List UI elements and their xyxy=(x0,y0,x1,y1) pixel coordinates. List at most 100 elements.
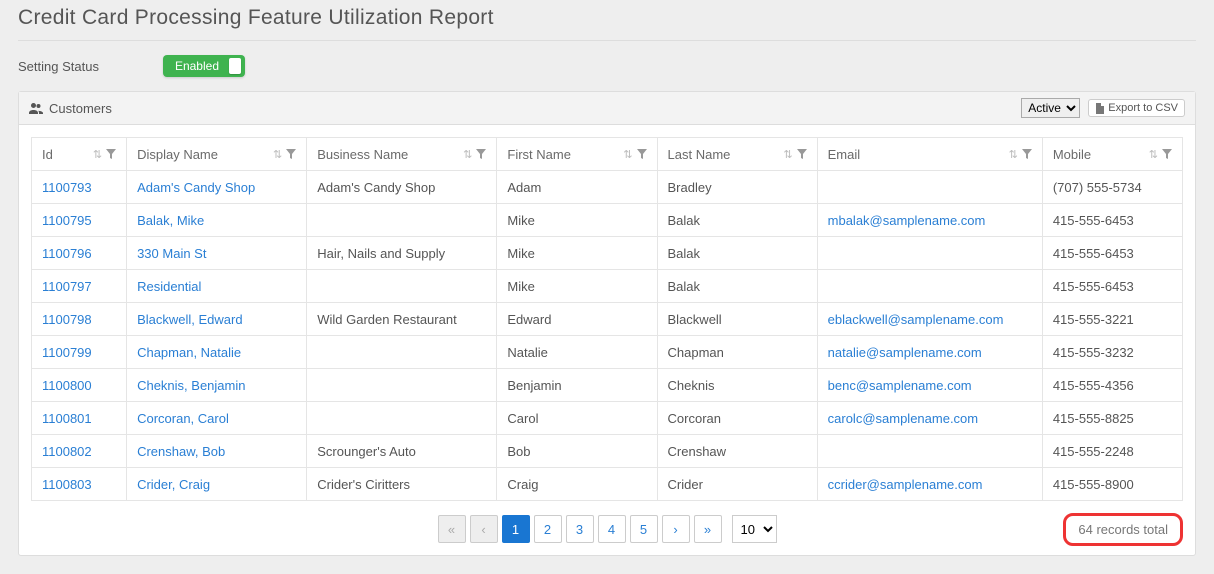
filter-icon[interactable] xyxy=(106,149,116,159)
records-total: 64 records total xyxy=(1063,513,1183,546)
customers-panel: Customers Active Export to CSV xyxy=(18,91,1196,556)
display_name-link[interactable]: Crider, Craig xyxy=(137,477,210,492)
table-cell xyxy=(307,204,497,237)
table-cell: 415-555-6453 xyxy=(1042,270,1182,303)
email-link[interactable]: mbalak@samplename.com xyxy=(828,213,986,228)
page-4-button[interactable]: 4 xyxy=(598,515,626,543)
cell-text: Mike xyxy=(507,246,534,261)
table-cell: Adam's Candy Shop xyxy=(307,171,497,204)
page-5-button[interactable]: 5 xyxy=(630,515,658,543)
sort-icon[interactable]: ⇅ xyxy=(93,148,102,161)
cell-text: Balak xyxy=(668,213,701,228)
table-cell: 1100796 xyxy=(32,237,127,270)
table-cell: benc@samplename.com xyxy=(817,369,1042,402)
page-size-select[interactable]: 10 xyxy=(732,515,777,543)
table-cell: Chapman, Natalie xyxy=(127,336,307,369)
table-cell: mbalak@samplename.com xyxy=(817,204,1042,237)
table-cell: Blackwell xyxy=(657,303,817,336)
table-cell: Scrounger's Auto xyxy=(307,435,497,468)
email-link[interactable]: eblackwell@samplename.com xyxy=(828,312,1004,327)
email-link[interactable]: benc@samplename.com xyxy=(828,378,972,393)
filter-icon[interactable] xyxy=(797,149,807,159)
col-business-name[interactable]: Business Name⇅ xyxy=(307,138,497,171)
id-link[interactable]: 1100803 xyxy=(42,477,92,492)
cell-text: Crenshaw xyxy=(668,444,727,459)
id-link[interactable]: 1100797 xyxy=(42,279,92,294)
email-link[interactable]: ccrider@samplename.com xyxy=(828,477,983,492)
table-cell: Balak xyxy=(657,237,817,270)
id-link[interactable]: 1100801 xyxy=(42,411,92,426)
id-link[interactable]: 1100793 xyxy=(42,180,92,195)
table-cell xyxy=(817,237,1042,270)
cell-text: Mike xyxy=(507,213,534,228)
page-title-area: Credit Card Processing Feature Utilizati… xyxy=(18,0,1196,41)
table-cell: 415-555-3221 xyxy=(1042,303,1182,336)
cell-text: 415-555-6453 xyxy=(1053,246,1134,261)
sort-icon[interactable]: ⇅ xyxy=(1009,148,1018,161)
page-3-button[interactable]: 3 xyxy=(566,515,594,543)
sort-icon[interactable]: ⇅ xyxy=(463,148,472,161)
page-last-button[interactable]: » xyxy=(694,515,722,543)
sort-icon[interactable]: ⇅ xyxy=(623,148,632,161)
cell-text: Balak xyxy=(668,246,701,261)
id-link[interactable]: 1100798 xyxy=(42,312,92,327)
cell-text: Craig xyxy=(507,477,538,492)
id-link[interactable]: 1100799 xyxy=(42,345,92,360)
active-filter-select[interactable]: Active xyxy=(1021,98,1080,118)
sort-icon[interactable]: ⇅ xyxy=(273,148,282,161)
table-cell xyxy=(817,171,1042,204)
page-next-button[interactable]: › xyxy=(662,515,690,543)
page-2-button[interactable]: 2 xyxy=(534,515,562,543)
table-row: 1100796330 Main StHair, Nails and Supply… xyxy=(32,237,1183,270)
display_name-link[interactable]: Crenshaw, Bob xyxy=(137,444,225,459)
table-cell: 1100793 xyxy=(32,171,127,204)
filter-icon[interactable] xyxy=(637,149,647,159)
table-cell: Adam's Candy Shop xyxy=(127,171,307,204)
display_name-link[interactable]: Residential xyxy=(137,279,201,294)
sort-icon[interactable]: ⇅ xyxy=(783,148,792,161)
col-id-label: Id xyxy=(42,147,89,162)
email-link[interactable]: carolc@samplename.com xyxy=(828,411,978,426)
id-link[interactable]: 1100795 xyxy=(42,213,92,228)
id-link[interactable]: 1100802 xyxy=(42,444,92,459)
enabled-toggle[interactable]: Enabled xyxy=(163,55,245,77)
filter-icon[interactable] xyxy=(1162,149,1172,159)
page-first-button[interactable]: « xyxy=(438,515,466,543)
cell-text: (707) 555-5734 xyxy=(1053,180,1142,195)
table-cell: carolc@samplename.com xyxy=(817,402,1042,435)
table-cell: Balak, Mike xyxy=(127,204,307,237)
col-email[interactable]: Email⇅ xyxy=(817,138,1042,171)
page-prev-button[interactable]: ‹ xyxy=(470,515,498,543)
col-id[interactable]: Id ⇅ xyxy=(32,138,127,171)
table-cell: Cheknis xyxy=(657,369,817,402)
table-cell: 415-555-3232 xyxy=(1042,336,1182,369)
id-link[interactable]: 1100796 xyxy=(42,246,92,261)
table-cell: 1100797 xyxy=(32,270,127,303)
display_name-link[interactable]: Cheknis, Benjamin xyxy=(137,378,245,393)
filter-icon[interactable] xyxy=(476,149,486,159)
display_name-link[interactable]: 330 Main St xyxy=(137,246,206,261)
col-last-name[interactable]: Last Name⇅ xyxy=(657,138,817,171)
col-first-name[interactable]: First Name⇅ xyxy=(497,138,657,171)
cell-text: Corcoran xyxy=(668,411,721,426)
filter-icon[interactable] xyxy=(1022,149,1032,159)
email-link[interactable]: natalie@samplename.com xyxy=(828,345,982,360)
display_name-link[interactable]: Blackwell, Edward xyxy=(137,312,243,327)
filter-icon[interactable] xyxy=(286,149,296,159)
id-link[interactable]: 1100800 xyxy=(42,378,92,393)
export-csv-button[interactable]: Export to CSV xyxy=(1088,99,1185,117)
display_name-link[interactable]: Corcoran, Carol xyxy=(137,411,229,426)
sort-icon[interactable]: ⇅ xyxy=(1149,148,1158,161)
display_name-link[interactable]: Adam's Candy Shop xyxy=(137,180,255,195)
display_name-link[interactable]: Balak, Mike xyxy=(137,213,204,228)
col-display-name[interactable]: Display Name⇅ xyxy=(127,138,307,171)
table-cell: 415-555-6453 xyxy=(1042,237,1182,270)
table-cell: 415-555-8825 xyxy=(1042,402,1182,435)
cell-text: Balak xyxy=(668,279,701,294)
page-1-button[interactable]: 1 xyxy=(502,515,530,543)
display_name-link[interactable]: Chapman, Natalie xyxy=(137,345,241,360)
table-cell: eblackwell@samplename.com xyxy=(817,303,1042,336)
col-mobile[interactable]: Mobile⇅ xyxy=(1042,138,1182,171)
table-cell: natalie@samplename.com xyxy=(817,336,1042,369)
table-cell: 1100799 xyxy=(32,336,127,369)
